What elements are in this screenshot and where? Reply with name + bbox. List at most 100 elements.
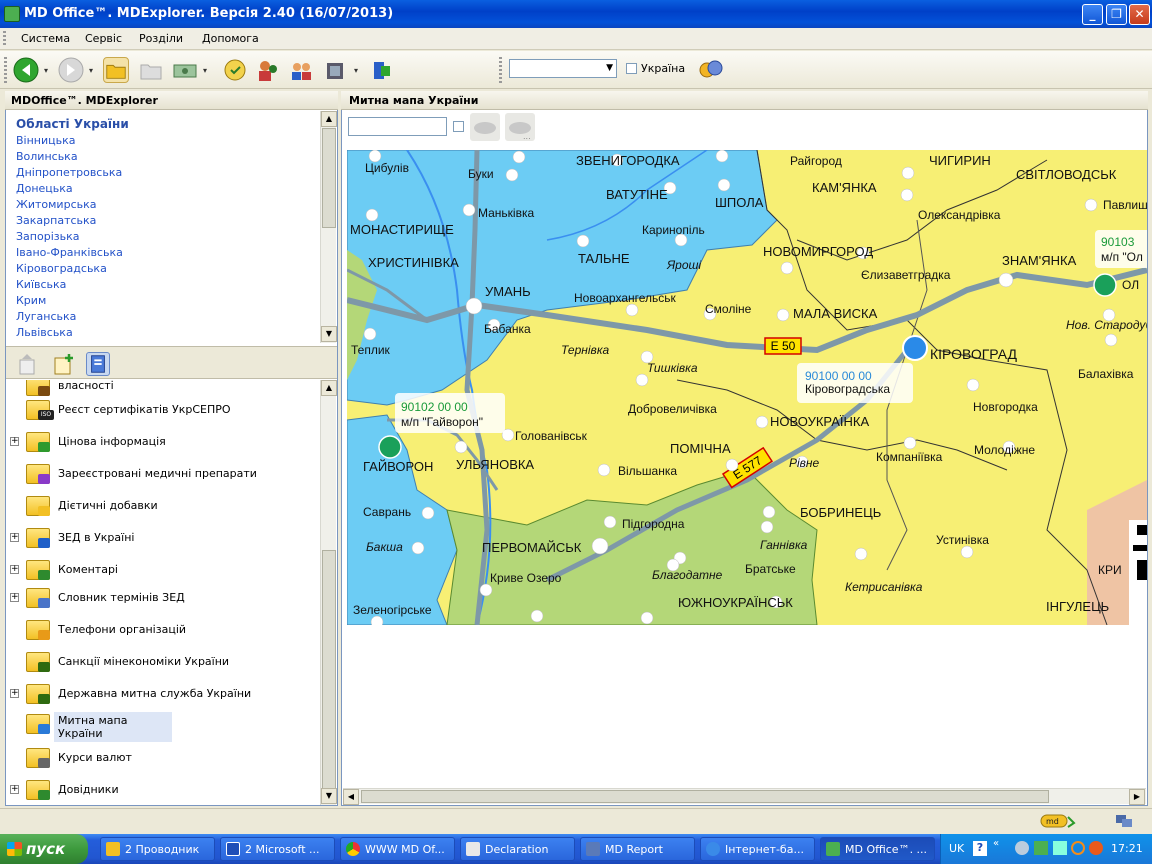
tree-node[interactable]: Телефони організацій	[6, 616, 320, 646]
toolbar-grip[interactable]	[4, 57, 7, 83]
task-md-report[interactable]: MD Report	[580, 837, 695, 861]
add-node-icon[interactable]	[52, 352, 76, 376]
expand-icon[interactable]: +	[10, 593, 19, 602]
region-link[interactable]: Вінницька	[16, 134, 76, 147]
money-icon[interactable]	[172, 57, 198, 83]
expand-icon[interactable]: +	[10, 437, 19, 446]
expand-icon[interactable]: +	[10, 533, 19, 542]
scroll-thumb[interactable]	[322, 128, 336, 228]
task-md-office[interactable]: MD Office™. ...	[820, 837, 935, 861]
task-internet[interactable]: Інтернет-ба...	[700, 837, 815, 861]
expand-icon[interactable]: +	[10, 565, 19, 574]
customs-marker-icon[interactable]	[902, 335, 928, 361]
tree-node[interactable]: + Коментарі	[6, 556, 320, 586]
task-word[interactable]: 2 Microsoft ...	[220, 837, 335, 861]
menu-sections[interactable]: Розділи	[139, 32, 183, 45]
region-link[interactable]: Закарпатська	[16, 214, 96, 227]
region-link[interactable]: Запорізька	[16, 230, 79, 243]
tray-md-icon[interactable]	[1034, 841, 1048, 855]
menu-service[interactable]: Сервіс	[85, 32, 122, 45]
scroll-up-icon[interactable]: ▲	[321, 111, 337, 127]
tree-node[interactable]: + Державна митна служба України	[6, 680, 320, 710]
tray-sync-icon[interactable]	[1071, 841, 1085, 855]
tray-expand-icon[interactable]: «	[993, 838, 999, 849]
open-folder-icon[interactable]	[103, 57, 129, 83]
video-dropdown-icon[interactable]: ▾	[354, 66, 358, 75]
tree-node[interactable]: Курси валют	[6, 744, 320, 774]
scroll-thumb[interactable]	[322, 550, 336, 790]
scroll-down-icon[interactable]: ▼	[321, 788, 337, 804]
start-button[interactable]: пуск	[0, 834, 88, 864]
region-link[interactable]: Кіровоградська	[16, 262, 107, 275]
region-link[interactable]: Івано-Франківська	[16, 246, 123, 259]
forward-dropdown-icon[interactable]: ▾	[89, 66, 93, 75]
tree-node[interactable]: + ЗЕД в Україні	[6, 524, 320, 554]
maximize-button[interactable]: ❐	[1106, 4, 1127, 25]
tree-node[interactable]: + Довідники	[6, 776, 320, 805]
group-icon[interactable]	[289, 57, 315, 83]
help-icon[interactable]: ?	[973, 841, 987, 856]
map-checkbox[interactable]	[453, 121, 464, 132]
region-link[interactable]: Донецька	[16, 182, 73, 195]
certificate-icon[interactable]	[222, 57, 248, 83]
expand-icon[interactable]: +	[10, 785, 19, 794]
region-link[interactable]: Житомирська	[16, 198, 96, 211]
scroll-down-icon[interactable]: ▼	[321, 326, 337, 342]
money-dropdown-icon[interactable]: ▾	[203, 66, 207, 75]
toolbar2-grip[interactable]	[499, 57, 502, 83]
ukraine-checkbox[interactable]	[626, 63, 637, 74]
back-dropdown-icon[interactable]: ▾	[44, 66, 48, 75]
menu-help[interactable]: Допомога	[202, 32, 259, 45]
menu-system[interactable]: Система	[21, 32, 70, 45]
cloud-icon[interactable]	[470, 113, 500, 141]
region-link[interactable]: Волинська	[16, 150, 78, 163]
cloud-search-icon[interactable]	[697, 58, 725, 80]
regions-title[interactable]: Області України	[16, 117, 129, 131]
close-button[interactable]: ✕	[1129, 4, 1150, 25]
customs-marker-icon[interactable]	[378, 435, 402, 459]
scroll-right-icon[interactable]: ▶	[1129, 789, 1145, 805]
forward-icon[interactable]	[58, 57, 84, 83]
scroll-left-icon[interactable]: ◀	[343, 789, 359, 805]
collapse-icon[interactable]	[16, 352, 40, 376]
document-view-icon[interactable]	[86, 352, 110, 376]
customs-marker-icon[interactable]	[1093, 273, 1117, 297]
scroll-up-icon[interactable]: ▲	[321, 380, 337, 396]
scroll-thumb[interactable]	[361, 790, 1049, 803]
tree-node[interactable]: + Цінова інформація	[6, 428, 320, 458]
tree-node[interactable]: Санкції мінекономіки України	[6, 648, 320, 678]
map-h-scrollbar[interactable]: ◀ ▶	[343, 788, 1146, 805]
exit-icon[interactable]	[369, 57, 395, 83]
task-explorer[interactable]: 2 Проводник	[100, 837, 215, 861]
region-link[interactable]: Луганська	[16, 310, 76, 323]
tree-node[interactable]: Зареєстровані медичні препарати	[6, 460, 320, 490]
back-icon[interactable]	[13, 57, 39, 83]
users-icon[interactable]	[255, 57, 281, 83]
tray-app-icon[interactable]	[1015, 841, 1029, 855]
regions-scrollbar[interactable]: ▲ ▼	[320, 111, 337, 343]
task-chrome[interactable]: WWW MD Of...	[340, 837, 455, 861]
tree-node[interactable]: ISO Реєст сертифікатів УкрСЕПРО	[6, 396, 320, 426]
region-link[interactable]: Львівська	[16, 326, 73, 339]
region-link[interactable]: Дніпропетровська	[16, 166, 122, 179]
region-select[interactable]: ▼	[509, 59, 617, 78]
minimize-button[interactable]: _	[1082, 4, 1103, 25]
tree-node[interactable]: + Словник термінів ЗЕД	[6, 584, 320, 614]
map-search-input[interactable]	[348, 117, 447, 136]
tree-node-selected[interactable]: Митна мапа України	[6, 710, 320, 746]
expand-icon[interactable]: +	[10, 689, 19, 698]
tree-node[interactable]: Дієтичні добавки	[6, 492, 320, 522]
tray-alert-icon[interactable]	[1089, 841, 1103, 855]
folder-disabled-icon[interactable]	[138, 57, 164, 83]
region-link[interactable]: Київська	[16, 278, 66, 291]
menu-grip[interactable]	[3, 31, 6, 47]
language-indicator[interactable]: UK	[949, 842, 964, 855]
task-declaration[interactable]: Declaration	[460, 837, 575, 861]
network-icon[interactable]	[1114, 813, 1134, 829]
cloud-more-icon[interactable]: ...	[505, 113, 535, 141]
tray-network-icon[interactable]	[1053, 841, 1067, 855]
customs-map[interactable]: E 50 E 577 Цибулів Буки ЗВЕНИГОРОДКА Рай…	[347, 150, 1147, 625]
tree-scrollbar[interactable]: ▲ ▼	[320, 380, 337, 805]
region-link[interactable]: Крим	[16, 294, 46, 307]
video-icon[interactable]	[323, 57, 349, 83]
